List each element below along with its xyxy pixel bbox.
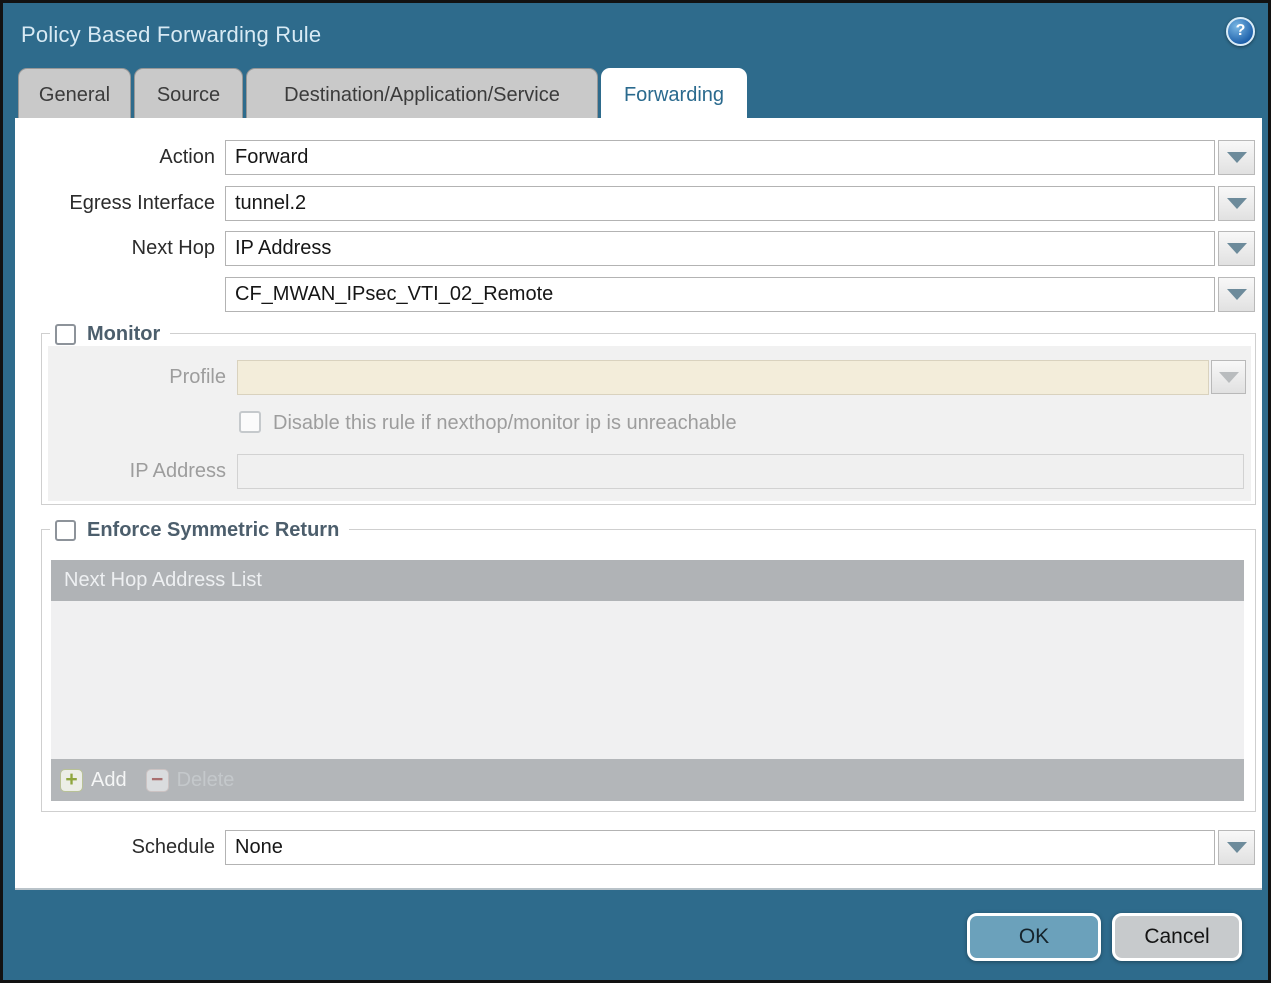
ok-button[interactable]: OK bbox=[967, 913, 1101, 961]
next-hop-address-input[interactable]: CF_MWAN_IPsec_VTI_02_Remote bbox=[225, 277, 1215, 312]
schedule-input[interactable]: None bbox=[225, 830, 1215, 865]
action-label: Action bbox=[15, 140, 215, 175]
help-icon[interactable]: ? bbox=[1226, 17, 1255, 46]
chevron-down-icon bbox=[1227, 243, 1247, 254]
monitor-checkbox[interactable] bbox=[55, 324, 76, 345]
enforce-symmetric-return-title: Enforce Symmetric Return bbox=[87, 517, 339, 543]
add-button[interactable]: Add bbox=[91, 769, 127, 792]
schedule-dropdown-button[interactable] bbox=[1218, 830, 1255, 865]
next-hop-address-list-table: Next Hop Address List + Add − Delete bbox=[51, 560, 1244, 801]
monitor-ip-address-input bbox=[237, 454, 1244, 489]
policy-based-forwarding-rule-dialog: Policy Based Forwarding Rule ? General S… bbox=[0, 0, 1271, 983]
next-hop-type-input[interactable]: IP Address bbox=[225, 231, 1215, 266]
delete-icon[interactable]: − bbox=[146, 769, 169, 792]
action-input[interactable]: Forward bbox=[225, 140, 1215, 175]
disable-rule-label: Disable this rule if nexthop/monitor ip … bbox=[273, 412, 737, 435]
next-hop-address-list-body bbox=[51, 601, 1244, 759]
next-hop-address-list-header: Next Hop Address List bbox=[51, 560, 1244, 601]
monitor-group: Monitor Profile Disable this rule if nex… bbox=[41, 333, 1256, 505]
tab-source[interactable]: Source bbox=[134, 68, 243, 118]
cancel-button[interactable]: Cancel bbox=[1112, 913, 1242, 961]
next-hop-address-list-toolbar: + Add − Delete bbox=[51, 759, 1244, 801]
enforce-symmetric-return-legend: Enforce Symmetric Return bbox=[50, 517, 349, 543]
next-hop-label: Next Hop bbox=[15, 231, 215, 266]
profile-input bbox=[237, 360, 1209, 395]
forwarding-tab-content: Action Forward Egress Interface tunnel.2… bbox=[15, 118, 1262, 890]
chevron-down-icon bbox=[1227, 152, 1247, 163]
chevron-down-icon bbox=[1227, 289, 1247, 300]
profile-dropdown-button bbox=[1211, 360, 1246, 394]
egress-interface-label: Egress Interface bbox=[15, 186, 215, 221]
tab-forwarding[interactable]: Forwarding bbox=[601, 68, 747, 118]
next-hop-type-dropdown-button[interactable] bbox=[1218, 231, 1255, 266]
next-hop-address-dropdown-button[interactable] bbox=[1218, 277, 1255, 312]
chevron-down-icon bbox=[1227, 842, 1247, 853]
enforce-symmetric-return-group: Enforce Symmetric Return Next Hop Addres… bbox=[41, 529, 1256, 812]
monitor-legend: Monitor bbox=[50, 321, 170, 347]
egress-interface-dropdown-button[interactable] bbox=[1218, 186, 1255, 221]
action-dropdown-button[interactable] bbox=[1218, 140, 1255, 175]
monitor-ip-address-label: IP Address bbox=[42, 454, 226, 489]
monitor-title: Monitor bbox=[87, 321, 160, 347]
chevron-down-icon bbox=[1227, 198, 1247, 209]
egress-interface-input[interactable]: tunnel.2 bbox=[225, 186, 1215, 221]
tab-bar: General Source Destination/Application/S… bbox=[15, 68, 1262, 118]
add-icon[interactable]: + bbox=[60, 769, 83, 792]
schedule-label: Schedule bbox=[15, 830, 215, 865]
enforce-symmetric-return-checkbox[interactable] bbox=[55, 520, 76, 541]
delete-button[interactable]: Delete bbox=[177, 769, 235, 792]
tab-destination-application-service[interactable]: Destination/Application/Service bbox=[246, 68, 598, 118]
profile-label: Profile bbox=[42, 360, 226, 395]
dialog-title: Policy Based Forwarding Rule bbox=[21, 3, 321, 67]
chevron-down-icon bbox=[1219, 372, 1239, 383]
disable-rule-checkbox bbox=[239, 411, 261, 433]
tab-general[interactable]: General bbox=[18, 68, 131, 118]
